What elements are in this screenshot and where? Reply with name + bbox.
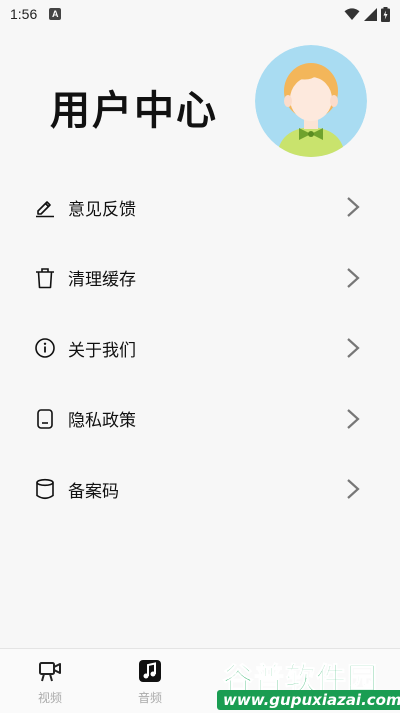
tab-audio[interactable]: 音频: [120, 649, 180, 713]
chevron-right-icon: [347, 408, 360, 429]
menu-item-privacy-policy[interactable]: 隐私政策: [0, 384, 400, 455]
settings-menu: 意见反馈 清理缓存 关于我们 隐私政策 备案码: [0, 172, 400, 525]
chevron-right-icon: [347, 267, 360, 288]
tab-label: 视频: [37, 691, 62, 705]
chevron-right-icon: [347, 197, 360, 218]
user-header: 用户中心: [0, 40, 400, 170]
document-icon: [34, 408, 56, 430]
video-camera-icon: [39, 662, 61, 682]
signal-icon: [364, 7, 377, 21]
chevron-right-icon: [347, 338, 360, 359]
chevron-right-icon: [347, 479, 360, 500]
menu-item-clear-cache[interactable]: 清理缓存: [0, 243, 400, 314]
watermark: 谷普软件园 www.gupuxiazai.com: [213, 654, 400, 712]
info-icon: [34, 337, 56, 359]
trash-icon: [34, 267, 56, 289]
notification-icon: A: [49, 8, 62, 20]
status-time: 1:56: [10, 6, 38, 22]
tab-label: 音频: [137, 691, 162, 705]
menu-item-label: 意见反馈: [68, 199, 136, 220]
page-title: 用户中心: [50, 88, 218, 134]
database-icon: [34, 478, 56, 500]
edit-icon: [34, 196, 56, 218]
status-bar: 1:56 A: [0, 0, 400, 28]
watermark-url: www.gupuxiazai.com: [217, 690, 400, 710]
menu-item-icp-record[interactable]: 备案码: [0, 454, 400, 525]
menu-item-label: 关于我们: [68, 340, 136, 361]
tab-video[interactable]: 视频: [20, 649, 80, 713]
menu-item-feedback[interactable]: 意见反馈: [0, 172, 400, 243]
wifi-icon: [344, 7, 360, 20]
menu-item-label: 隐私政策: [68, 411, 136, 432]
status-icons: [344, 6, 390, 22]
menu-item-label: 清理缓存: [68, 270, 136, 291]
battery-icon: [381, 6, 390, 22]
menu-item-about-us[interactable]: 关于我们: [0, 313, 400, 384]
avatar[interactable]: [255, 45, 367, 157]
menu-item-label: 备案码: [68, 481, 119, 502]
avatar-illustration: [255, 45, 367, 157]
music-note-icon: [139, 660, 161, 682]
